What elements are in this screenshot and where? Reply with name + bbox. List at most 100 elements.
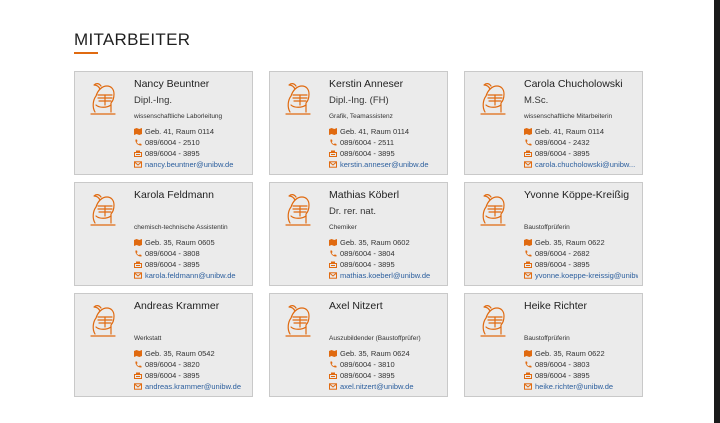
employee-grid: Nancy Beuntner Dipl.-Ing. wissenschaftlich… xyxy=(74,71,644,401)
phone-text[interactable]: 089/6004 - 3820 xyxy=(145,360,200,369)
fax-text: 089/6004 - 3895 xyxy=(535,371,590,380)
employee-card: Karola Feldmann chemisch-technische Assis… xyxy=(74,182,253,286)
fax-line: 089/6004 - 3895 xyxy=(329,259,443,270)
email-line[interactable]: heike.richter@unibw.de xyxy=(524,381,638,392)
phone-icon xyxy=(524,138,535,147)
section-heading: MITARBEITER xyxy=(74,30,191,49)
phone-line[interactable]: 089/6004 - 3804 xyxy=(329,248,443,259)
phone-text[interactable]: 089/6004 - 2510 xyxy=(145,138,200,147)
employee-title xyxy=(524,316,638,330)
email-link[interactable]: karola.feldmann@unibw.de xyxy=(145,271,236,280)
employee-card: Andreas Krammer Werkstatt Geb. 35, Raum 05… xyxy=(74,293,253,397)
email-link[interactable]: mathias.koeberl@unibw.de xyxy=(340,271,430,280)
email-line[interactable]: karola.feldmann@unibw.de xyxy=(134,270,248,281)
knight-helmet-icon xyxy=(477,81,509,115)
knight-helmet-icon xyxy=(477,192,509,226)
fax-icon xyxy=(329,371,340,380)
map-icon xyxy=(524,127,535,136)
phone-text[interactable]: 089/6004 - 3808 xyxy=(145,249,200,258)
phone-line[interactable]: 089/6004 - 2510 xyxy=(134,137,248,148)
room-text: Geb. 35, Raum 0622 xyxy=(535,349,605,358)
heading-underline xyxy=(74,52,98,54)
employee-info: Nancy Beuntner Dipl.-Ing. wissenschaftlich… xyxy=(134,77,248,170)
email-line[interactable]: kerstin.anneser@unibw.de xyxy=(329,159,443,170)
employee-name: Andreas Krammer xyxy=(134,300,220,312)
map-icon xyxy=(329,238,340,247)
phone-icon xyxy=(329,360,340,369)
knight-helmet-icon xyxy=(87,192,119,226)
employee-name: Carola Chucholowski xyxy=(524,78,623,90)
phone-line[interactable]: 089/6004 - 3810 xyxy=(329,359,443,370)
fax-icon xyxy=(524,260,535,269)
phone-text[interactable]: 089/6004 - 2511 xyxy=(340,138,394,147)
phone-line[interactable]: 089/6004 - 2511 xyxy=(329,137,443,148)
phone-line[interactable]: 089/6004 - 3803 xyxy=(524,359,638,370)
employee-role: Chemiker xyxy=(329,224,357,231)
email-link[interactable]: andreas.krammer@unibw.de xyxy=(145,382,241,391)
employee-name: Kerstin Anneser xyxy=(329,78,404,90)
employee-info: Mathias Köberl Dr. rer. nat. Chemiker Geb. … xyxy=(329,188,443,281)
envelope-icon xyxy=(329,160,340,169)
fax-text: 089/6004 - 3895 xyxy=(340,149,395,158)
email-link[interactable]: yvonne.koeppe-kreissig@unibw. xyxy=(535,271,638,280)
phone-icon xyxy=(134,360,145,369)
employee-title xyxy=(134,205,248,219)
email-link[interactable]: carola.chucholowski@unibw... xyxy=(535,160,635,169)
fax-text: 089/6004 - 3895 xyxy=(535,260,590,269)
fax-text: 089/6004 - 3895 xyxy=(340,260,395,269)
room-line: Geb. 35, Raum 0542 xyxy=(134,348,248,359)
email-line[interactable]: axel.nitzert@unibw.de xyxy=(329,381,443,392)
employee-role: Werkstatt xyxy=(134,335,162,342)
employee-name: Axel Nitzert xyxy=(329,300,383,312)
employee-name: Nancy Beuntner xyxy=(134,78,210,90)
email-line[interactable]: mathias.koeberl@unibw.de xyxy=(329,270,443,281)
fax-icon xyxy=(329,149,340,158)
knight-helmet-icon xyxy=(282,192,314,226)
room-text: Geb. 41, Raum 0114 xyxy=(340,127,410,136)
email-line[interactable]: carola.chucholowski@unibw... xyxy=(524,159,638,170)
employee-name: Karola Feldmann xyxy=(134,189,214,201)
map-icon xyxy=(524,238,535,247)
fax-text: 089/6004 - 3895 xyxy=(535,149,590,158)
phone-line[interactable]: 089/6004 - 3820 xyxy=(134,359,248,370)
employee-title: M.Sc. xyxy=(524,95,549,106)
email-link[interactable]: kerstin.anneser@unibw.de xyxy=(340,160,429,169)
envelope-icon xyxy=(524,271,535,280)
email-link[interactable]: axel.nitzert@unibw.de xyxy=(340,382,414,391)
email-line[interactable]: andreas.krammer@unibw.de xyxy=(134,381,248,392)
employee-role: wissenschaftliche Mitarbeiterin xyxy=(524,113,613,120)
room-line: Geb. 41, Raum 0114 xyxy=(524,126,638,137)
employee-card: Carola Chucholowski M.Sc. wissenschaftlich… xyxy=(464,71,643,175)
map-icon xyxy=(134,238,145,247)
knight-helmet-icon xyxy=(87,303,119,337)
knight-helmet-icon xyxy=(282,303,314,337)
phone-text[interactable]: 089/6004 - 3810 xyxy=(340,360,395,369)
phone-icon xyxy=(524,360,535,369)
email-line[interactable]: nancy.beuntner@unibw.de xyxy=(134,159,248,170)
employee-title: Dipl.-Ing. xyxy=(134,95,173,106)
phone-text[interactable]: 089/6004 - 3804 xyxy=(340,249,395,258)
room-text: Geb. 35, Raum 0624 xyxy=(340,349,410,358)
email-link[interactable]: nancy.beuntner@unibw.de xyxy=(145,160,233,169)
fax-line: 089/6004 - 3895 xyxy=(134,148,248,159)
phone-icon xyxy=(524,249,535,258)
window-edge xyxy=(714,0,720,423)
email-line[interactable]: yvonne.koeppe-kreissig@unibw. xyxy=(524,270,638,281)
phone-text[interactable]: 089/6004 - 2682 xyxy=(535,249,590,258)
email-link[interactable]: heike.richter@unibw.de xyxy=(535,382,613,391)
fax-icon xyxy=(524,371,535,380)
phone-icon xyxy=(329,138,340,147)
fax-line: 089/6004 - 3895 xyxy=(134,259,248,270)
phone-line[interactable]: 089/6004 - 2682 xyxy=(524,248,638,259)
knight-helmet-icon xyxy=(282,81,314,115)
map-icon xyxy=(134,127,145,136)
envelope-icon xyxy=(134,382,145,391)
phone-text[interactable]: 089/6004 - 2432 xyxy=(535,138,590,147)
envelope-icon xyxy=(134,271,145,280)
envelope-icon xyxy=(524,382,535,391)
employee-role: wissenschaftliche Laborleitung xyxy=(134,113,223,120)
phone-line[interactable]: 089/6004 - 2432 xyxy=(524,137,638,148)
fax-line: 089/6004 - 3895 xyxy=(329,370,443,381)
phone-text[interactable]: 089/6004 - 3803 xyxy=(535,360,590,369)
phone-line[interactable]: 089/6004 - 3808 xyxy=(134,248,248,259)
